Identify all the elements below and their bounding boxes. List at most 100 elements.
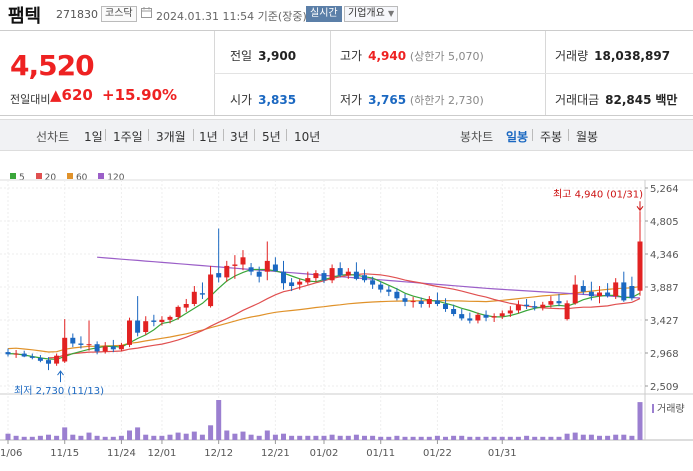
realtime-button[interactable]: 실시간: [306, 6, 342, 22]
candle-body: [62, 337, 68, 362]
tab-weekly[interactable]: 주봉: [540, 128, 562, 145]
volume-bar: [394, 435, 400, 440]
company-info-label: 기업개요: [348, 8, 385, 19]
candle-body: [240, 257, 246, 265]
candle-body: [475, 314, 481, 321]
volume-bar: [451, 435, 457, 440]
candle-body: [21, 353, 27, 357]
candle-body: [499, 313, 505, 317]
y-tick-label: 2,968: [650, 349, 679, 360]
volume-bar: [86, 432, 92, 440]
tab-daily[interactable]: 일봉: [506, 128, 528, 145]
volume-bar: [491, 436, 497, 440]
candle-body: [605, 292, 611, 297]
volume-bar: [459, 435, 465, 440]
y-tick-label: 3,887: [650, 283, 679, 294]
candle-body: [362, 275, 367, 281]
divider: [568, 129, 569, 141]
tab-monthly[interactable]: 월봉: [576, 128, 598, 145]
prev-close-cell: 전일 3,900: [230, 47, 296, 64]
volume-bar: [54, 435, 60, 440]
high-value: 4,940: [368, 49, 407, 63]
stock-name[interactable]: 팸텍: [8, 2, 41, 28]
y-tick-label: 3,427: [650, 316, 679, 327]
volume-bar: [597, 435, 602, 440]
candle-body: [426, 299, 432, 304]
candle-body: [297, 281, 303, 285]
period-1y[interactable]: 1년: [199, 128, 218, 145]
candle-body: [556, 301, 562, 304]
period-10y[interactable]: 10년: [294, 128, 320, 145]
candle-body: [629, 286, 635, 299]
candle-body: [167, 316, 173, 320]
volume-bar: [21, 436, 27, 440]
period-1d[interactable]: 1일: [84, 128, 103, 145]
open-label: 시가: [230, 93, 253, 107]
volume-bar: [321, 435, 327, 440]
volume-cell: 거래량 18,038,897: [555, 47, 670, 64]
y-tick-label: 5,264: [650, 184, 679, 195]
period-5y[interactable]: 5년: [262, 128, 281, 145]
volume-bar: [102, 436, 108, 440]
volume-bar: [556, 436, 562, 440]
calendar-icon: [141, 7, 152, 18]
x-tick-label: 01/02: [310, 448, 339, 459]
quote-panel: 4,520 전일대비 ▲620 +15.90% 전일 3,900 고가 4,940 …: [0, 30, 693, 116]
divider: [254, 129, 255, 141]
y-axis: 5,264 4,805 4,346 3,887 3,427 2,968 2,509: [645, 184, 679, 393]
candle-body: [353, 271, 359, 279]
candle-body: [159, 319, 165, 322]
compare-label: 전일대비: [10, 93, 51, 106]
current-price: 4,520: [10, 49, 95, 82]
volume-axis-label: 거래량: [657, 403, 685, 415]
candle-body: [29, 356, 35, 358]
volume-bar: [410, 436, 416, 440]
volume-bar: [167, 434, 173, 440]
candle-body: [37, 357, 43, 361]
candle-body: [175, 306, 181, 317]
candle-body: [256, 271, 262, 277]
volume-bar: [329, 434, 335, 440]
candle-body: [588, 291, 594, 297]
volume-bars: 거래량: [5, 400, 685, 440]
candle-body: [507, 310, 513, 314]
high-annotation: 최고 4,940 (01/31): [553, 188, 643, 200]
volume-bar: [402, 436, 408, 440]
divider: [214, 73, 693, 74]
candle-body: [313, 273, 319, 279]
volume-bar: [13, 435, 19, 440]
volume-value: 18,038,897: [594, 49, 671, 63]
period-3y[interactable]: 3년: [230, 128, 249, 145]
company-info-dropdown[interactable]: 기업개요 ▼: [344, 6, 399, 22]
volume-bar: [499, 436, 505, 440]
volume-bar: [305, 435, 311, 440]
volume-bar: [232, 433, 238, 440]
volume-bar: [289, 435, 295, 440]
candle-body: [5, 352, 11, 355]
period-1w[interactable]: 1주일: [113, 128, 143, 145]
volume-bar: [605, 435, 611, 440]
x-axis: 11/06 11/15 11/24 12/01 12/12 12/21 01/02 01/11…: [0, 440, 517, 459]
trade-value-unit: 백만: [655, 93, 678, 107]
volume-bar: [467, 436, 473, 440]
divider: [223, 129, 224, 141]
volume-bar: [621, 434, 627, 440]
period-3m[interactable]: 3개월: [156, 128, 186, 145]
volume-bar: [613, 434, 619, 440]
chevron-down-icon: ▼: [388, 9, 395, 18]
candlestick-chart[interactable]: 거래량 5,2644,8054,3463,8873,4272,9682,509 …: [0, 150, 693, 471]
volume-bar: [70, 434, 76, 440]
candle-body: [467, 318, 473, 321]
trade-value-label: 거래대금: [555, 93, 600, 107]
volume-bar: [378, 436, 384, 440]
upper-limit: (상한가 5,070): [409, 50, 484, 63]
prev-close-label: 전일: [230, 49, 253, 63]
candle-body: [572, 284, 578, 304]
divider: [532, 129, 533, 141]
candle-body: [118, 345, 124, 350]
trade-value: 82,845: [605, 93, 652, 107]
candle-body: [564, 303, 570, 320]
candle-body: [216, 273, 222, 278]
volume-bar: [135, 427, 141, 440]
x-tick-label: 01/31: [488, 448, 517, 459]
